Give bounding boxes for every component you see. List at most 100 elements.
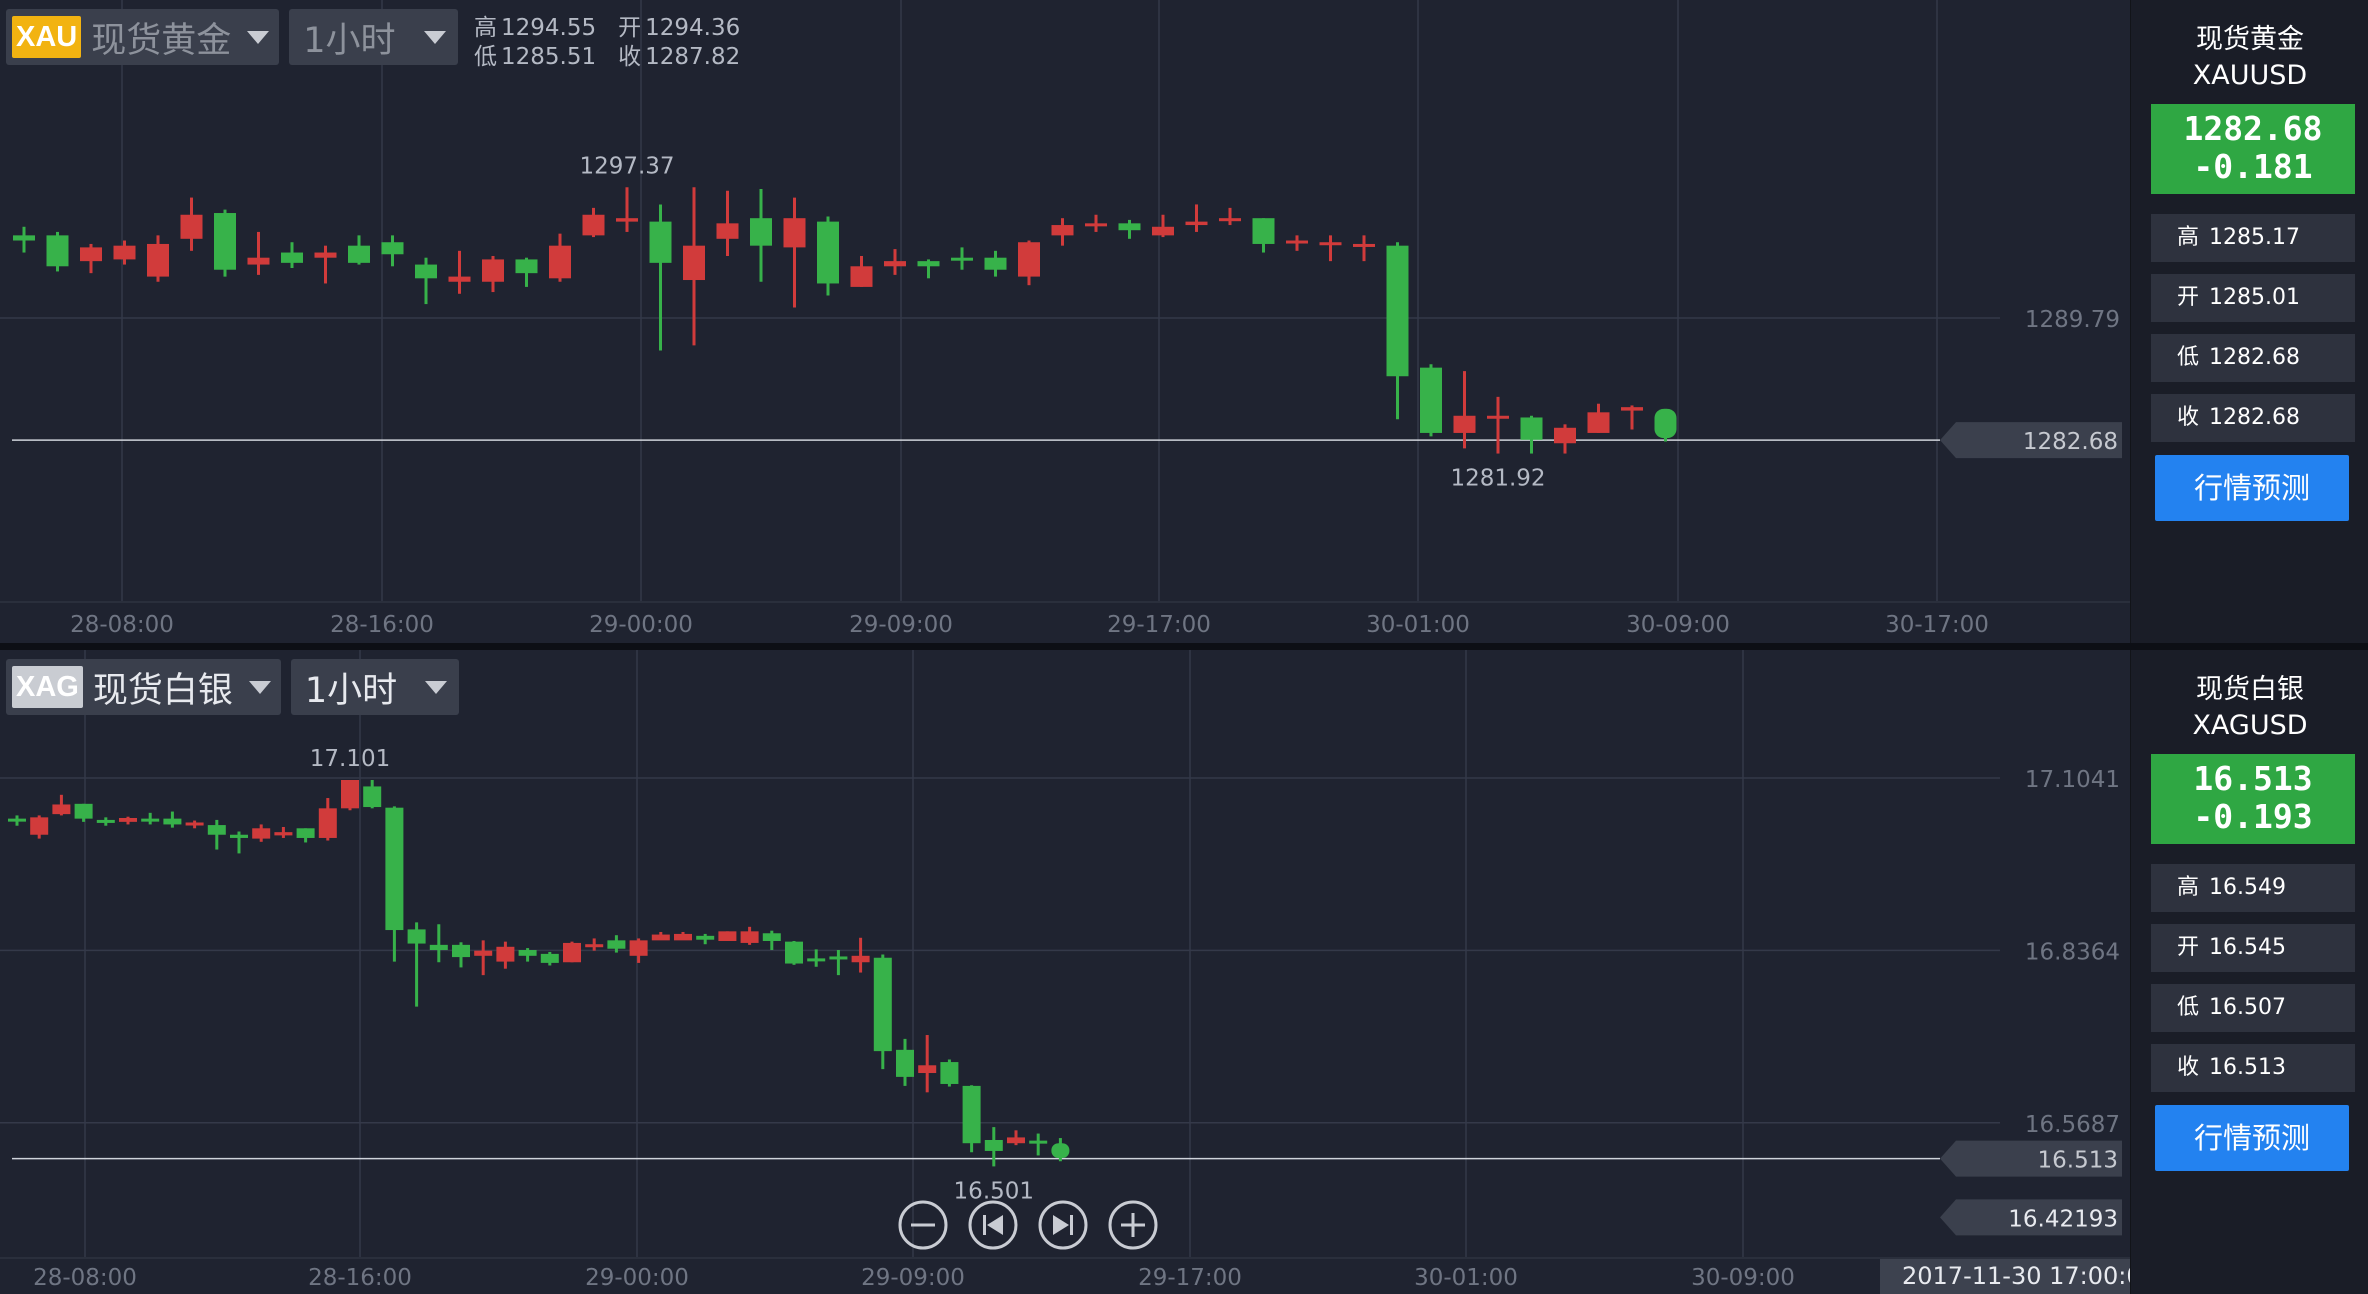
silver-last-price: 16.513: [2193, 759, 2313, 798]
silver-symbol-name: 现货白银: [92, 670, 233, 711]
candle: [940, 1059, 959, 1087]
silver-chart-panel: 17.1041 16.8364 16.5687 28-08:00 28-16:00 29-…: [0, 650, 2368, 1294]
candle-body: [80, 247, 102, 262]
candle: [807, 949, 826, 967]
candle-body: [585, 944, 604, 948]
silver-forecast-button[interactable]: 行情预测: [2155, 1105, 2349, 1171]
candle-body: [674, 933, 692, 941]
candle-body: [896, 1049, 914, 1077]
candle-body: [230, 834, 248, 838]
candle: [474, 940, 493, 976]
candle: [185, 820, 204, 829]
candle: [1018, 240, 1040, 286]
candle: [119, 816, 137, 825]
x-tick-label: 30-01:00: [1414, 1265, 1518, 1291]
gold-stat-high: 高 1285.17: [2151, 214, 2355, 262]
ohlc-high-value: 1294.55: [501, 15, 597, 41]
candle: [207, 819, 226, 850]
candle: [482, 255, 504, 293]
candle: [252, 824, 271, 842]
silver-toolbar: XAG 现货白银 1小时: [6, 658, 460, 716]
gold-side-title: 现货黄金: [2196, 24, 2304, 55]
candle-body: [113, 245, 136, 260]
zoom-in-icon[interactable]: [1108, 1200, 1158, 1250]
candle: [348, 235, 370, 265]
ohlc-open-value: 1294.36: [645, 15, 741, 41]
silver-period-label: 1小时: [304, 670, 398, 711]
candle: [984, 1127, 1003, 1167]
candle-body: [1029, 1140, 1048, 1144]
silver-period-dropdown[interactable]: 1小时: [290, 659, 460, 715]
candle-body: [185, 822, 204, 826]
candle: [496, 941, 515, 969]
candle: [452, 942, 470, 968]
candle-body: [52, 804, 71, 815]
candle: [716, 190, 739, 256]
gold-period-dropdown[interactable]: 1小时: [289, 9, 458, 65]
silver-symbol-dropdown[interactable]: XAG 现货白银: [6, 659, 281, 715]
candle: [1654, 408, 1677, 442]
min-price-annotation: 1281.92: [1450, 466, 1545, 492]
gold-symbol-dropdown[interactable]: XAU 现货黄金: [6, 9, 280, 65]
candle: [429, 924, 448, 963]
candle: [1420, 364, 1442, 437]
candle-body: [1621, 407, 1643, 411]
x-tick-label: 30-09:00: [1691, 1265, 1795, 1291]
candle: [540, 951, 559, 966]
candle: [951, 247, 973, 270]
stat-label: 高: [2177, 875, 2200, 900]
max-price-annotation: 17.101: [310, 746, 390, 772]
candle: [1219, 207, 1241, 226]
gold-forecast-button[interactable]: 行情预测: [2155, 455, 2349, 521]
stat-label: 开: [2177, 935, 2200, 960]
candle-body: [1286, 240, 1308, 244]
candle-body: [180, 214, 203, 239]
gold-plot-area[interactable]: 1289.79 28-08:00 28-16:00 29-00:00 29-09:00 2…: [0, 0, 2130, 643]
candle: [1621, 405, 1643, 430]
candle: [896, 1038, 914, 1086]
candle: [407, 922, 426, 1007]
candle-body: [951, 257, 973, 261]
stat-value: 1282.68: [2209, 345, 2300, 370]
candle-body: [873, 957, 892, 1052]
gold-candlestick-chart[interactable]: 1289.79 28-08:00 28-16:00 29-00:00 29-09:00 2…: [0, 0, 2130, 643]
silver-quote-sidebar: 现货白银 XAGUSD 16.513 -0.193 高 16.549 开 16.54…: [2130, 650, 2368, 1294]
crosshair-time-label: 2017-11-30 17:00:00: [1880, 1259, 2130, 1294]
candle-body: [540, 953, 559, 963]
candle: [718, 931, 737, 941]
candle-body: [247, 257, 270, 265]
candle-body: [785, 941, 803, 964]
candle-body: [1654, 408, 1677, 439]
candle-body: [207, 825, 226, 835]
candle: [415, 257, 437, 305]
candle: [629, 938, 648, 963]
silver-stat-low: 低 16.507: [2151, 984, 2355, 1032]
candle-body: [716, 223, 739, 239]
silver-stat-high: 高 16.549: [2151, 864, 2355, 912]
candle-body: [385, 807, 404, 931]
candle: [616, 187, 638, 232]
candle: [341, 779, 359, 811]
candle: [46, 231, 69, 272]
candle-body: [496, 946, 515, 962]
candle-body: [1487, 415, 1509, 419]
candle: [884, 249, 906, 275]
zoom-out-icon[interactable]: [898, 1200, 948, 1250]
candle: [314, 245, 337, 284]
y-tick-label: 1289.79: [2025, 307, 2120, 333]
candle-body: [515, 259, 538, 274]
gold-symbol-name: 现货黄金: [91, 20, 232, 61]
x-tick-label: 28-16:00: [330, 612, 434, 638]
candle-body: [696, 935, 715, 940]
candle-body: [318, 808, 337, 838]
candle: [984, 250, 1007, 277]
silver-side-code: XAGUSD: [2192, 710, 2308, 741]
candle: [52, 794, 71, 816]
x-tick-label: 28-08:00: [33, 1265, 137, 1291]
candle-body: [1520, 417, 1543, 440]
x-tick-label: 29-17:00: [1138, 1265, 1242, 1291]
jump-first-icon[interactable]: [968, 1200, 1018, 1250]
stat-value: 16.549: [2209, 875, 2286, 900]
jump-last-icon[interactable]: [1038, 1200, 1088, 1250]
candle-body: [683, 245, 705, 281]
